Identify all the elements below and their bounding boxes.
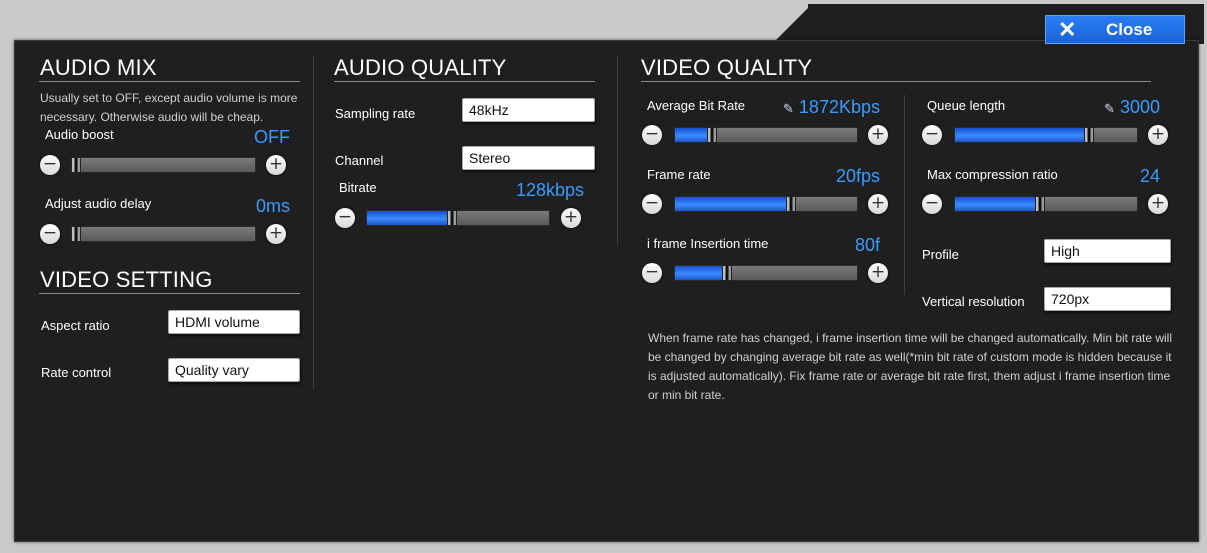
average-bit-rate-value: 1872Kbps [798, 97, 880, 117]
iframe-insertion-slider[interactable] [674, 265, 858, 281]
pencil-icon[interactable]: ✎ [1104, 101, 1115, 117]
close-label: Close [1106, 20, 1153, 39]
video-quality-rule [641, 81, 1151, 82]
tab-slope [772, 4, 812, 44]
audio-boost-slider[interactable] [70, 157, 256, 173]
audio-boost-decrease-button[interactable]: − [40, 155, 60, 175]
rate-control-label: Rate control [41, 365, 112, 380]
column-divider [617, 55, 618, 245]
slider-thumb[interactable] [722, 265, 732, 281]
audio-mix-note: Usually set to OFF, except audio volume … [40, 91, 298, 124]
iframe-insertion-value: 80f [854, 235, 880, 255]
frame-rate-slider[interactable] [674, 196, 858, 212]
audio-mix-heading: AUDIO MIX [40, 55, 157, 80]
slider-thumb[interactable] [1035, 196, 1045, 212]
video-quality-heading: VIDEO QUALITY [641, 55, 813, 80]
audio-boost-increase-button[interactable]: + [266, 155, 286, 175]
audio-quality-rule [334, 81, 595, 82]
audio-boost-label: Audio boost [45, 127, 114, 142]
queue-length-label: Queue length [927, 98, 1006, 113]
bitrate-decrease-button[interactable]: − [335, 208, 355, 228]
slider-fill [675, 266, 726, 280]
average-bit-rate-decrease-button[interactable]: − [642, 125, 662, 145]
close-button[interactable]: ✕ Close [1045, 15, 1185, 44]
max-compression-decrease-button[interactable]: − [922, 194, 942, 214]
bitrate-label: Bitrate [339, 180, 377, 195]
pencil-icon[interactable]: ✎ [783, 101, 794, 117]
audio-mix-rule [39, 81, 300, 82]
slider-thumb[interactable] [1084, 127, 1094, 143]
average-bit-rate-increase-button[interactable]: + [868, 125, 888, 145]
average-bit-rate-slider[interactable] [674, 127, 858, 143]
audio-quality-heading: AUDIO QUALITY [334, 55, 507, 80]
slider-thumb[interactable] [71, 226, 81, 242]
max-compression-slider[interactable] [954, 196, 1138, 212]
video-setting-rule [39, 293, 300, 294]
slider-fill [675, 128, 711, 142]
video-quality-note: When frame rate has changed, i frame ins… [648, 331, 1173, 402]
iframe-insertion-label: i frame Insertion time [647, 236, 769, 251]
slider-fill [955, 197, 1039, 211]
rate-control-select[interactable]: Quality vary [168, 358, 300, 382]
frame-rate-label: Frame rate [647, 167, 711, 182]
column-divider [904, 95, 905, 295]
audio-delay-increase-button[interactable]: + [266, 224, 286, 244]
slider-thumb[interactable] [786, 196, 796, 212]
audio-delay-decrease-button[interactable]: − [40, 224, 60, 244]
slider-fill [955, 128, 1088, 142]
video-setting-heading: VIDEO SETTING [40, 267, 213, 292]
sampling-rate-select[interactable]: 48kHz [462, 98, 595, 122]
queue-length-slider[interactable] [954, 127, 1138, 143]
vertical-resolution-select[interactable]: 720px [1044, 287, 1171, 311]
frame-rate-increase-button[interactable]: + [868, 194, 888, 214]
profile-label: Profile [922, 247, 959, 262]
queue-length-value-wrap[interactable]: ✎ 3000 [1060, 97, 1160, 118]
audio-delay-value: 0ms [255, 196, 290, 216]
audio-delay-slider[interactable] [70, 226, 256, 242]
column-divider [313, 55, 314, 390]
iframe-insertion-decrease-button[interactable]: − [642, 263, 662, 283]
slider-thumb[interactable] [71, 157, 81, 173]
max-compression-increase-button[interactable]: + [1148, 194, 1168, 214]
queue-length-value: 3000 [1119, 97, 1160, 117]
average-bit-rate-value-wrap[interactable]: ✎ 1872Kbps [760, 97, 880, 118]
sampling-rate-label: Sampling rate [335, 106, 416, 121]
vertical-resolution-label: Vertical resolution [922, 294, 1025, 309]
audio-boost-value: OFF [254, 127, 290, 147]
aspect-ratio-label: Aspect ratio [41, 318, 110, 333]
audio-delay-label: Adjust audio delay [45, 196, 152, 211]
aspect-ratio-select[interactable]: HDMI volume [168, 310, 300, 334]
bitrate-value: 128kbps [515, 180, 584, 200]
channel-select[interactable]: Stereo [462, 146, 595, 170]
iframe-insertion-increase-button[interactable]: + [868, 263, 888, 283]
queue-length-decrease-button[interactable]: − [922, 125, 942, 145]
settings-dialog: ✕ Close AUDIO MIX Usually set to OFF, ex… [0, 0, 1207, 553]
slider-thumb[interactable] [447, 210, 457, 226]
close-icon: ✕ [1058, 17, 1077, 42]
queue-length-increase-button[interactable]: + [1148, 125, 1168, 145]
slider-fill [675, 197, 790, 211]
max-compression-label: Max compression ratio [927, 167, 1058, 182]
profile-select[interactable]: High [1044, 239, 1171, 263]
slider-thumb[interactable] [707, 127, 717, 143]
channel-label: Channel [335, 153, 384, 168]
max-compression-value: 24 [1139, 166, 1160, 186]
slider-fill [367, 211, 451, 225]
frame-rate-value: 20fps [835, 166, 880, 186]
frame-rate-decrease-button[interactable]: − [642, 194, 662, 214]
bitrate-slider[interactable] [366, 210, 550, 226]
bitrate-increase-button[interactable]: + [561, 208, 581, 228]
average-bit-rate-label: Average Bit Rate [647, 98, 746, 113]
